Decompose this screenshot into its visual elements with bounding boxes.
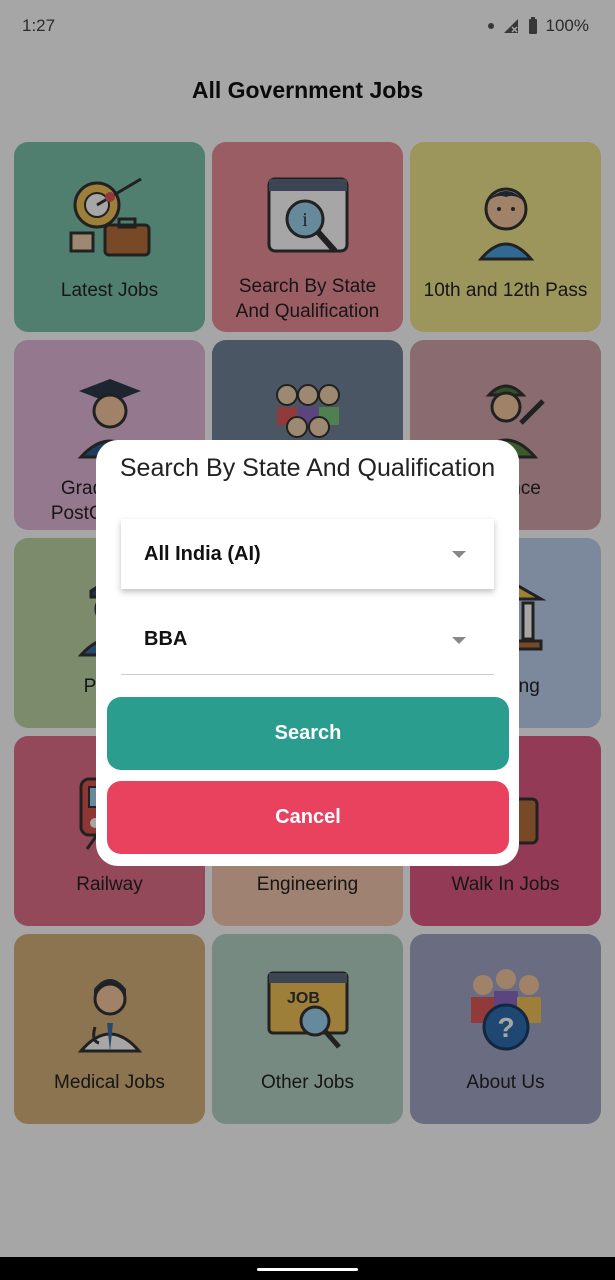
state-dropdown-value: All India (AI) — [144, 542, 261, 565]
search-button[interactable]: Search — [107, 697, 509, 770]
qualification-dropdown[interactable]: BBA — [121, 605, 494, 675]
dropdown-arrow-icon — [452, 551, 466, 558]
dialog-title: Search By State And Qualification — [119, 454, 496, 482]
state-dropdown[interactable]: All India (AI) — [121, 519, 494, 589]
dropdown-arrow-icon — [452, 637, 466, 644]
home-gesture-handle[interactable] — [257, 1268, 358, 1271]
cancel-button[interactable]: Cancel — [107, 781, 509, 854]
qualification-dropdown-value: BBA — [144, 628, 188, 650]
search-dialog: Search By State And Qualification All In… — [96, 440, 519, 866]
navigation-bar — [0, 1257, 615, 1280]
